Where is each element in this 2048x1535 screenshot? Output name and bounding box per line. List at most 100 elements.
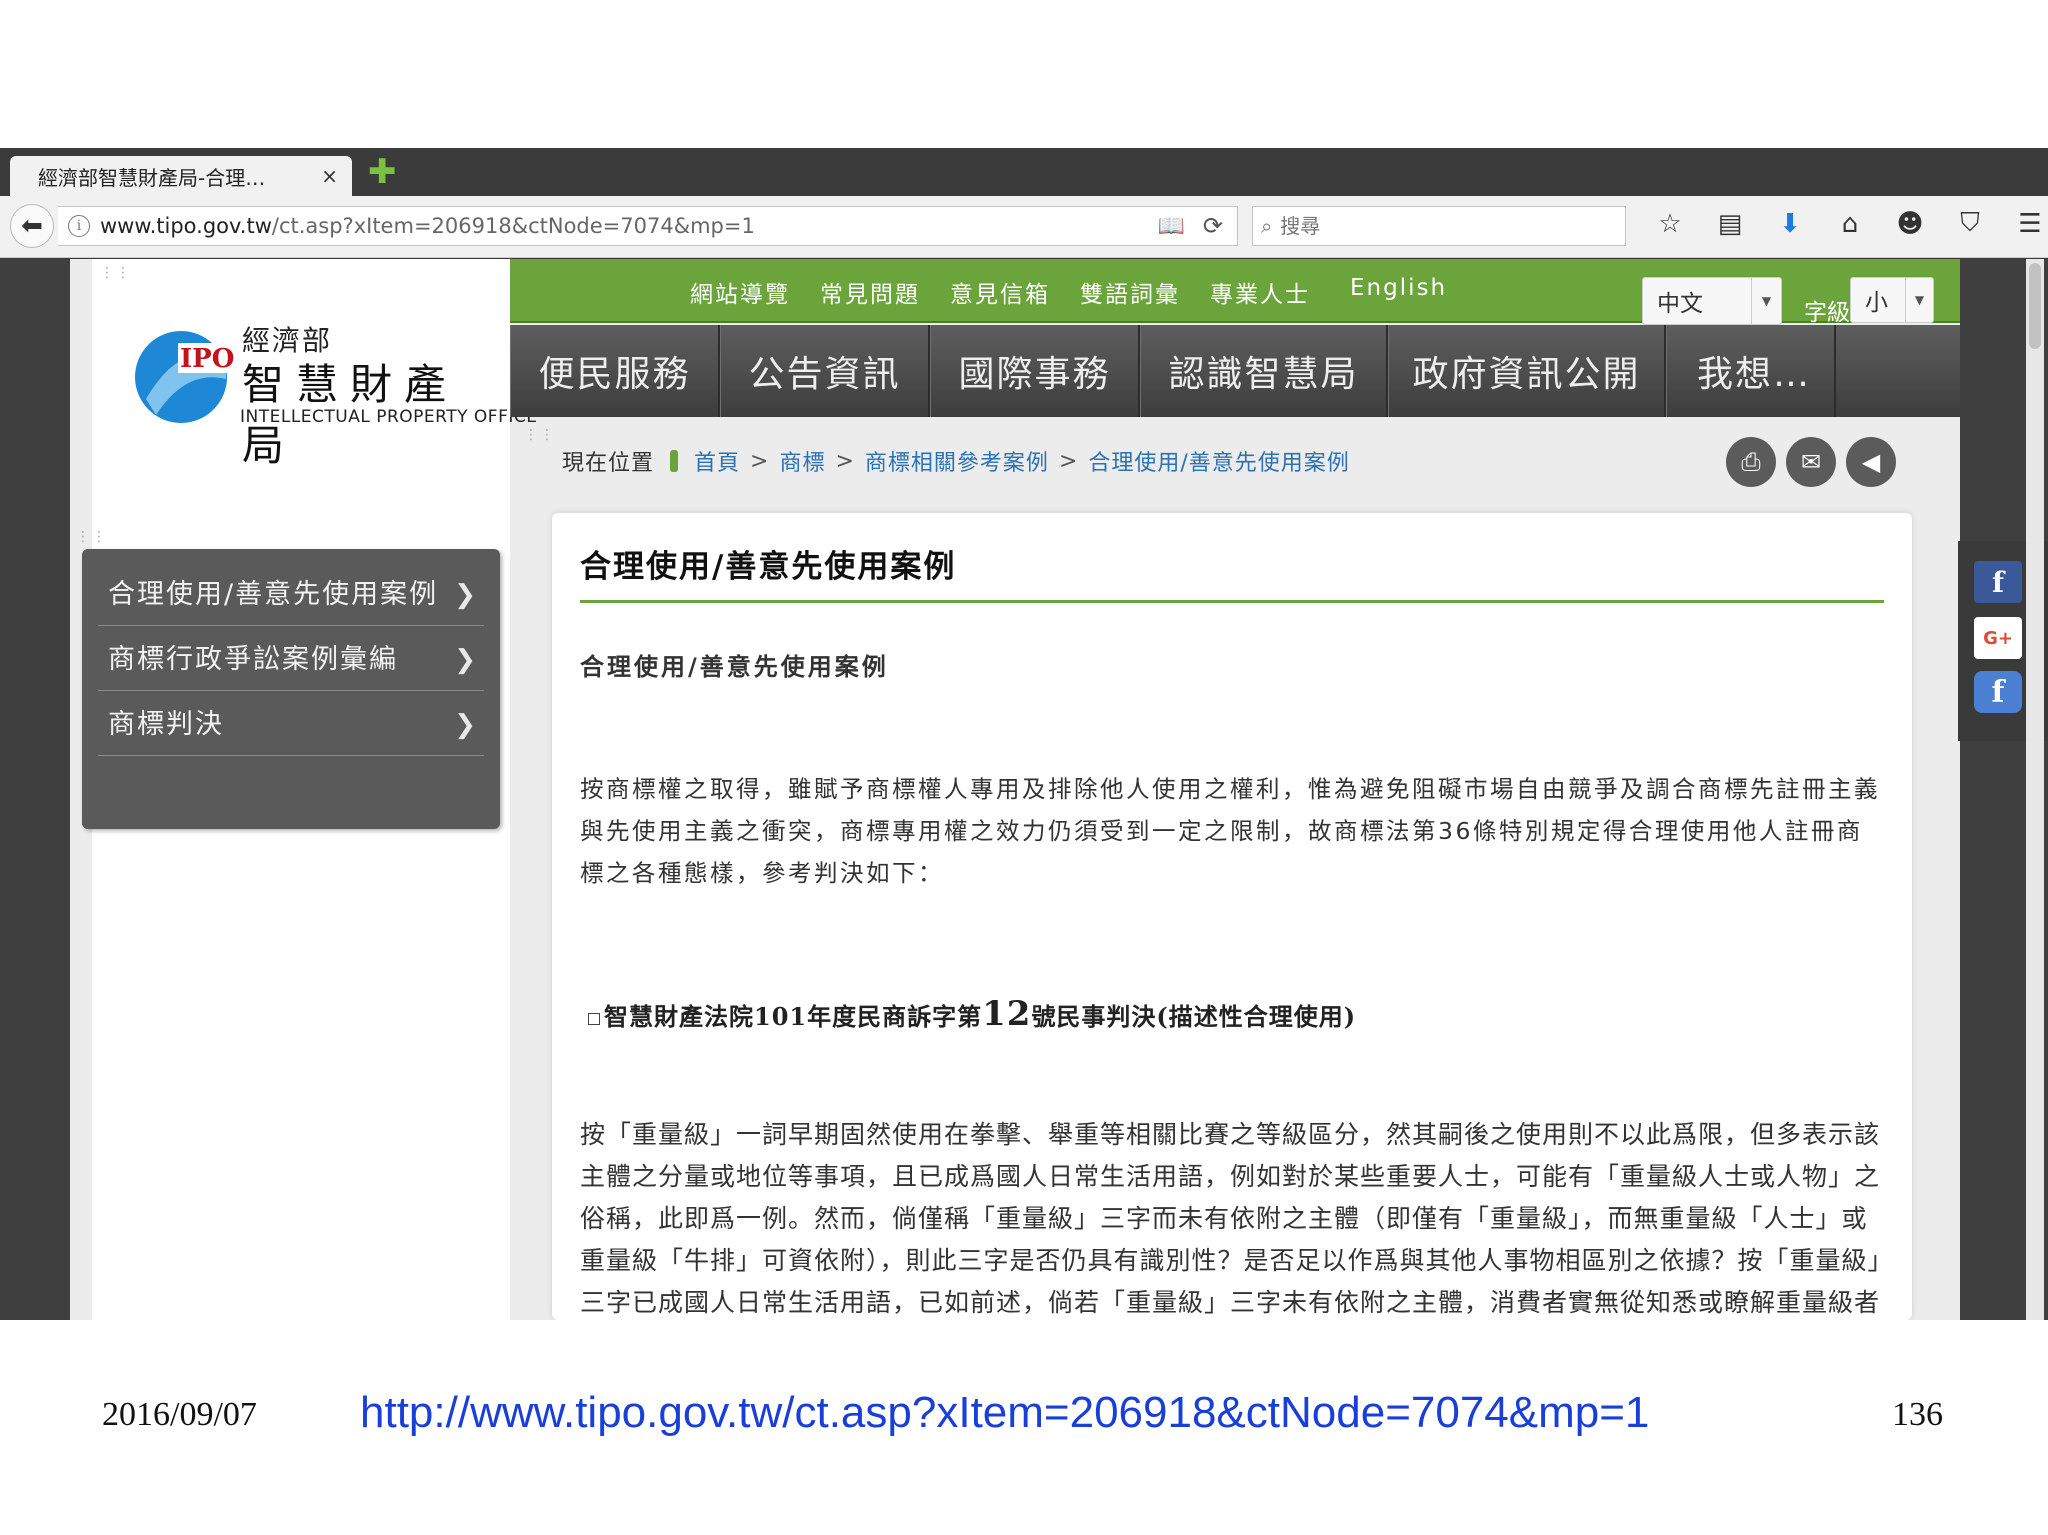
mainnav-international[interactable]: 國際事務 — [930, 325, 1140, 417]
logo-area[interactable]: IPO 經濟部 智慧財產局 INTELLECTUAL PROPERTY OFFI… — [92, 259, 537, 517]
article-panel: 合理使用/善意先使用案例 合理使用/善意先使用案例 按商標權之取得，雖賦予商標權… — [552, 513, 1912, 1320]
scrollbar-thumb[interactable] — [2029, 263, 2041, 349]
breadcrumb-separator: > — [750, 448, 770, 474]
site-info-icon[interactable]: i — [68, 215, 90, 237]
case-heading-number: 12 — [982, 994, 1032, 1034]
search-bar[interactable]: ⌕ — [1252, 206, 1626, 246]
main-nav: 便民服務 公告資訊 國際事務 認識智慧局 政府資訊公開 我想… — [510, 325, 1960, 417]
side-menu-item-label: 商標行政爭訟案例彙編 — [108, 644, 398, 675]
chevron-down-icon: ▼ — [1905, 278, 1933, 322]
language-select[interactable]: 中文 ▼ — [1642, 277, 1782, 325]
case-body-paragraph: 按「重量級」一詞早期固然使用在拳擊、舉重等相關比賽之等級區分，然其嗣後之使用則不… — [580, 1120, 1882, 1317]
mainnav-gov-info[interactable]: 政府資訊公開 — [1388, 325, 1666, 417]
page-scrollbar[interactable] — [2026, 259, 2044, 1320]
mainnav-announcements[interactable]: 公告資訊 — [720, 325, 930, 417]
mainnav-about[interactable]: 認識智慧局 — [1140, 325, 1388, 417]
breadcrumb: 現在位置 首頁 > 商標 > 商標相關參考案例 > 合理使用/善意先使用案例 — [562, 445, 1350, 477]
breadcrumb-marker — [670, 450, 679, 472]
reader-view-icon[interactable]: 📖 — [1157, 214, 1184, 239]
google-plus-share-icon[interactable]: G+ — [1974, 617, 2022, 659]
drag-handle-icon: ⋮⋮ — [100, 265, 132, 281]
home-icon[interactable]: ⌂ — [1820, 209, 1880, 239]
topnav-glossary[interactable]: 雙語詞彙 — [1080, 275, 1180, 309]
case-heading-suffix: 號民事判決(描述性合理使用) — [1031, 1002, 1357, 1031]
download-icon[interactable]: ⬇ — [1760, 209, 1820, 239]
side-menu-item-fair-use[interactable]: 合理使用/善意先使用案例 ❯ — [98, 561, 484, 626]
chevron-right-icon: ❯ — [454, 710, 478, 740]
chevron-right-icon: ❯ — [454, 580, 478, 610]
language-value: 中文 — [1657, 291, 1703, 317]
font-size-value: 小 — [1865, 290, 1888, 316]
case-heading-prefix: 智慧財產法院101年度民商訴字第 — [604, 1002, 983, 1031]
url-bar[interactable]: i www.tipo.gov.tw/ct.asp?xItem=206918&ct… — [58, 206, 1238, 246]
back-button[interactable]: ⬅ — [10, 204, 54, 248]
breadcrumb-label: 現在位置 — [562, 451, 655, 476]
reload-icon[interactable]: ⟳ — [1203, 212, 1223, 240]
ipo-logo-icon: IPO — [135, 331, 236, 423]
breadcrumb-home[interactable]: 首頁 — [694, 445, 740, 477]
side-menu-item-admin-cases[interactable]: 商標行政爭訟案例彙編 ❯ — [98, 626, 484, 691]
logo-english-name: INTELLECTUAL PROPERTY OFFICE — [240, 407, 538, 427]
chevron-right-icon: ❯ — [454, 645, 478, 675]
checkbox-square-icon — [588, 1013, 600, 1025]
browser-window: 經濟部智慧財產局-合理… × ✚ ⬅ i www.tipo.gov.tw/ct.… — [0, 148, 2048, 1320]
side-menu-item-label: 合理使用/善意先使用案例 — [108, 579, 439, 610]
tab-title: 經濟部智慧財產局-合理… — [38, 165, 266, 190]
browser-tab[interactable]: 經濟部智慧財產局-合理… × — [10, 156, 352, 196]
tipo-site: IPO 經濟部 智慧財產局 INTELLECTUAL PROPERTY OFFI… — [70, 259, 1960, 1320]
side-menu-item-judgments[interactable]: 商標判決 ❯ — [98, 691, 484, 756]
slide-date: 2016/09/07 — [102, 1396, 257, 1433]
font-size-label: 字級 — [1804, 300, 1850, 326]
slide-source-url[interactable]: http://www.tipo.gov.tw/ct.asp?xItem=2069… — [360, 1388, 1649, 1438]
breadcrumb-separator: > — [835, 448, 855, 474]
slide: 經濟部智慧財產局-合理… × ✚ ⬅ i www.tipo.gov.tw/ct.… — [0, 0, 2048, 1535]
topnav-professionals[interactable]: 專業人士 — [1210, 275, 1310, 309]
toolbar-icons: ☆ ▤ ⬇ ⌂ ☻ ⛉ ☰ — [1640, 208, 2048, 239]
print-icon: ⎙ — [1741, 448, 1761, 476]
bookmarks-library-icon[interactable]: ▤ — [1700, 209, 1760, 239]
facebook-share-icon[interactable]: f — [1974, 561, 2022, 603]
chevron-down-icon: ▼ — [1751, 278, 1781, 324]
close-tab-icon[interactable]: × — [321, 164, 338, 188]
print-button[interactable]: ⎙ — [1726, 437, 1776, 487]
search-icon: ⌕ — [1261, 214, 1273, 238]
topnav-english[interactable]: English — [1350, 275, 1447, 301]
drag-handle-icon: ⋮⋮ — [524, 427, 556, 443]
breadcrumb-separator: > — [1058, 448, 1079, 474]
mainnav-i-want[interactable]: 我想… — [1666, 325, 1836, 417]
facebook-like-icon[interactable]: f — [1974, 671, 2022, 713]
article-title: 合理使用/善意先使用案例 — [580, 541, 1884, 603]
navigation-toolbar: ⬅ i www.tipo.gov.tw/ct.asp?xItem=206918&… — [0, 196, 2048, 258]
breadcrumb-reference-cases[interactable]: 商標相關參考案例 — [865, 445, 1049, 477]
tab-strip: 經濟部智慧財產局-合理… × ✚ — [0, 148, 2048, 196]
back-arrow-icon: ⬅ — [21, 211, 43, 241]
back-page-button[interactable]: ◀ — [1846, 437, 1896, 487]
breadcrumb-current[interactable]: 合理使用/善意先使用案例 — [1088, 445, 1349, 477]
breadcrumb-trademark[interactable]: 商標 — [779, 445, 825, 477]
email-button[interactable]: ✉ — [1786, 437, 1836, 487]
article-intro-paragraph: 按商標權之取得，雖賦予商標權人專用及排除他人使用之權利，惟為避免阻礙市場自由競爭… — [580, 775, 1880, 887]
topnav-feedback[interactable]: 意見信箱 — [950, 275, 1050, 309]
case-heading: 智慧財產法院101年度民商訴字第 12 號民事判決(描述性合理使用) — [580, 994, 1884, 1034]
url-path: /ct.asp?xItem=206918&ctNode=7074&mp=1 — [271, 214, 755, 238]
side-menu-item-label: 商標判決 — [108, 709, 224, 740]
page-viewport: IPO 經濟部 智慧財產局 INTELLECTUAL PROPERTY OFFI… — [0, 259, 2048, 1320]
search-input[interactable] — [1280, 214, 1601, 238]
topnav-faq[interactable]: 常見問題 — [820, 275, 920, 309]
back-arrow-icon: ◀ — [1861, 448, 1881, 476]
pocket-icon[interactable]: ⛉ — [1940, 208, 2000, 239]
top-utility-nav: 網站導覽 常見問題 意見信箱 雙語詞彙 專業人士 English 中文 ▼ 字級… — [510, 259, 1960, 326]
side-menu: 合理使用/善意先使用案例 ❯ 商標行政爭訟案例彙編 ❯ 商標判決 ❯ — [82, 549, 500, 829]
url-domain: www.tipo.gov.tw — [100, 214, 272, 238]
mail-icon: ✉ — [1800, 448, 1822, 476]
bookmark-star-icon[interactable]: ☆ — [1640, 209, 1700, 239]
drag-handle-icon: ⋮⋮ — [76, 529, 108, 545]
topnav-sitemap[interactable]: 網站導覽 — [690, 275, 790, 309]
new-tab-icon[interactable]: ✚ — [368, 154, 397, 190]
url-text[interactable]: www.tipo.gov.tw/ct.asp?xItem=206918&ctNo… — [100, 214, 1157, 238]
mainnav-services[interactable]: 便民服務 — [510, 325, 720, 417]
menu-icon[interactable]: ☰ — [2000, 209, 2048, 239]
slide-page-number: 136 — [1892, 1396, 1943, 1433]
chat-icon[interactable]: ☻ — [1880, 209, 1940, 239]
font-size-select[interactable]: 小 ▼ — [1850, 277, 1934, 323]
